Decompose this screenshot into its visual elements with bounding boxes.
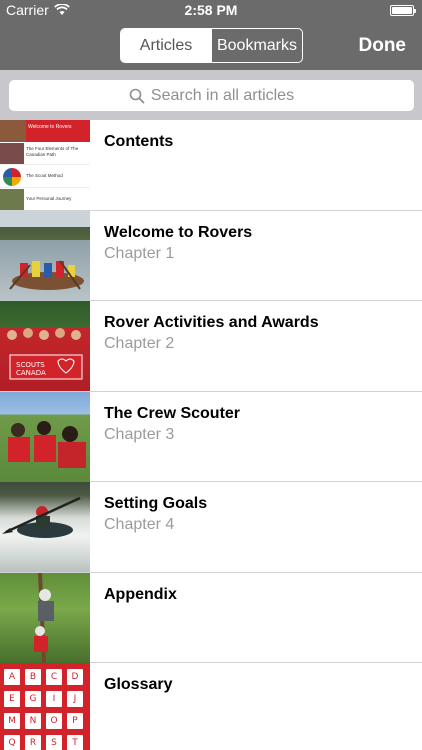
glossary-letter-tile: Q [4,735,20,750]
glossary-thumbnail: ABCDEGIJMNOPQRSTVW [0,663,90,750]
glossary-letter-tile: S [46,735,62,750]
done-button[interactable]: Done [359,35,407,57]
contents-thumb-item-1: Welcome to Rovers [28,124,72,130]
glossary-letter-tile: I [46,691,62,707]
row-title: Glossary [104,676,173,693]
glossary-letter-tile: T [67,735,83,750]
row-title: Welcome to Rovers [104,223,253,241]
glossary-letter-tile: M [4,713,20,729]
glossary-letter-tile: J [67,691,83,707]
glossary-letter-tile: D [67,669,83,685]
rafting-photo [0,210,90,301]
group-photo: SCOUTS CANADA [0,301,90,391]
svg-text:CANADA: CANADA [16,369,46,377]
crew-photo [0,391,90,482]
search-input[interactable]: Search in all articles [9,80,414,111]
glossary-letter-tile: E [4,691,20,707]
list-item-crew-scouter[interactable]: The Crew Scouter Chapter 3 [0,391,422,482]
row-subtitle: Chapter 2 [104,335,175,352]
list-item-glossary[interactable]: ABCDEGIJMNOPQRSTVW Glossary [0,663,422,750]
list-item-rover-activities[interactable]: SCOUTS CANADA Rover Activities and Award… [0,301,422,392]
list-item-appendix[interactable]: Appendix [0,572,422,663]
glossary-letter-tile: C [46,669,62,685]
search-icon [129,88,145,103]
row-title: Setting Goals [104,495,208,512]
article-list: Welcome to Rovers The Four Elements of T… [0,120,422,750]
row-subtitle: Chapter 1 [104,244,175,262]
contents-thumb-item-4: Your Personal Journey [26,196,72,201]
contents-thumb-item-2: The Four Elements of The Canadian Path [26,146,79,157]
battery-icon [390,5,416,16]
row-subtitle: Chapter 3 [104,425,175,443]
glossary-letter-tile: A [4,669,20,685]
search-placeholder: Search in all articles [150,86,295,104]
contents-thumb-item-3: The Scout Method [26,173,63,178]
tab-bookmarks[interactable]: Bookmarks [211,29,302,62]
segmented-control: Articles Bookmarks [120,28,303,63]
glossary-letter-tile: P [67,713,83,729]
glossary-letter-tile: B [25,669,41,685]
status-time: 2:58 PM [184,2,238,18]
list-item-welcome-to-rovers[interactable]: Welcome to Rovers Chapter 1 [0,210,422,301]
glossary-letter-tile: O [46,713,62,729]
row-title: Appendix [104,585,177,603]
contents-thumbnail: Welcome to Rovers The Four Elements of T… [0,120,90,210]
svg-text:SCOUTS: SCOUTS [16,361,45,369]
status-bar: Carrier 2:58 PM [0,0,422,20]
list-item-contents[interactable]: Welcome to Rovers The Four Elements of T… [0,120,422,211]
row-subtitle: Chapter 4 [104,516,175,533]
climbing-photo [0,572,90,663]
nav-bar: Articles Bookmarks Done [0,20,422,70]
glossary-letter-tile: R [25,735,41,750]
glossary-letter-grid: ABCDEGIJMNOPQRSTVW [4,669,88,750]
kayak-photo [0,482,90,572]
tab-articles[interactable]: Articles [121,29,211,62]
glossary-letter-tile: N [25,713,41,729]
glossary-letter-tile: G [25,691,41,707]
row-title: The Crew Scouter [104,404,241,422]
row-title: Rover Activities and Awards [104,314,319,331]
row-title: Contents [104,133,174,150]
search-area: Search in all articles [0,70,422,120]
list-item-setting-goals[interactable]: Setting Goals Chapter 4 [0,482,422,573]
